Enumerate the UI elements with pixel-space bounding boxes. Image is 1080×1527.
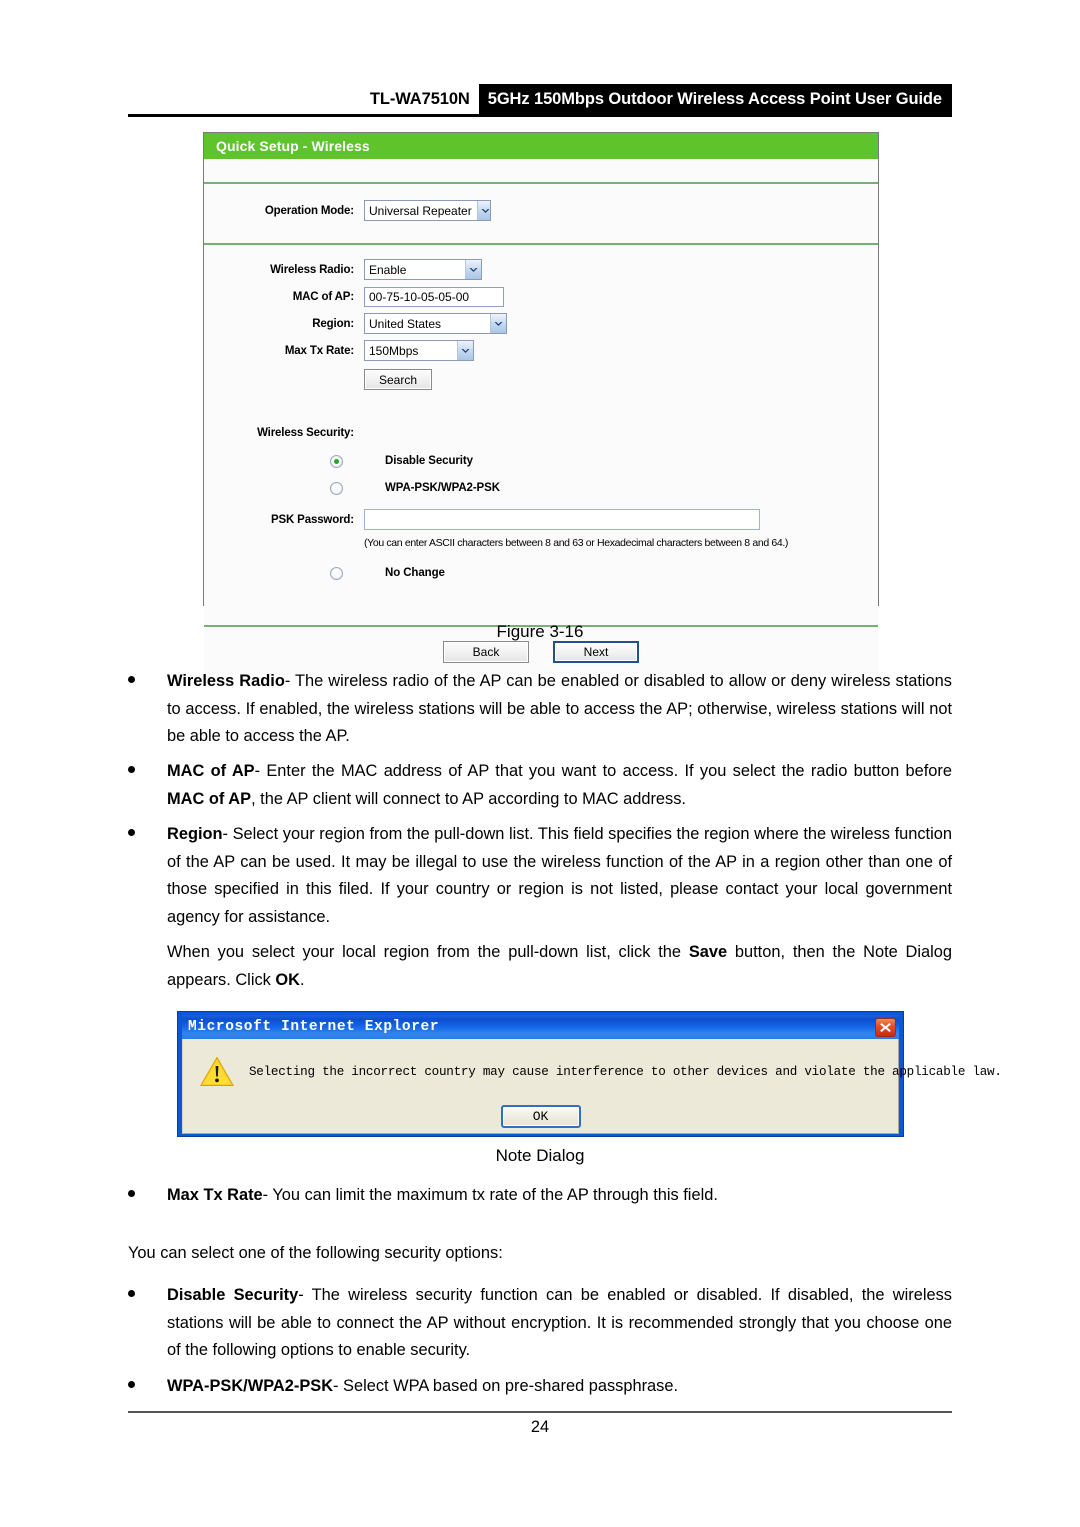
panel-title: Quick Setup - Wireless [216,138,370,154]
note-dialog-caption: Note Dialog [495,1146,585,1165]
max-tx-rate-label: Max Tx Rate: [284,344,354,357]
para-security-options: You can select one of the following secu… [128,1244,503,1262]
search-button[interactable]: Search [364,369,432,390]
region-value: United States [369,316,442,331]
field-row-mac-of-ap: MAC of AP: 00-75-10-05-05-00 [204,284,878,309]
radio-label-no-change: No Change [385,567,445,579]
term-wireless-radio: Wireless Radio [167,672,285,690]
term-save: Save [688,943,728,961]
operation-mode-value: Universal Repeater [369,203,472,218]
operation-mode-select[interactable]: Universal Repeater [364,200,491,221]
bullet-region: Region- Select your region from the pull… [128,821,952,931]
field-row-wireless-security: Wireless Security: [204,420,878,445]
radio-row-no-change[interactable]: No Change [204,561,878,585]
bullet-dot-icon [128,766,135,773]
region-label: Region: [312,317,354,330]
psk-password-hint: (You can enter ASCII characters between … [364,537,789,549]
panel-titlebar: Quick Setup - Wireless [204,133,878,159]
term-ok: OK [275,970,300,989]
figure-caption: Figure 3-16 [496,622,584,641]
radio-row-disable-security[interactable]: Disable Security [204,449,878,473]
text-wpa-psk-wpa2-psk: - Select WPA based on pre-shared passphr… [333,1377,679,1395]
radio-no-change[interactable] [330,566,343,580]
region-select[interactable]: United States [364,313,507,334]
text-mac-of-ap-a: - Enter the MAC address of AP that you w… [254,762,952,780]
radio-disable-security[interactable] [330,454,343,468]
term-mac-of-ap-inline: MAC of AP [167,789,252,808]
warning-triangle-icon [199,1055,235,1088]
max-tx-rate-select[interactable]: 150Mbps [364,340,474,361]
wireless-radio-select[interactable]: Enable [364,259,482,280]
field-row-max-tx-rate: Max Tx Rate: 150Mbps [204,338,878,363]
psk-password-input[interactable] [364,509,760,530]
header-divider [128,114,952,117]
bullet-mac-of-ap: MAC of AP- Enter the MAC address of AP t… [128,758,952,813]
bullet-dot-icon [128,1290,135,1297]
term-region: Region [167,825,223,843]
page-header: TL-WA7510N 5GHz 150Mbps Outdoor Wireless… [128,84,952,114]
bullet-disable-security: Disable Security- The wireless security … [128,1282,952,1365]
mac-of-ap-label: MAC of AP: [292,290,354,303]
term-disable-security: Disable Security [167,1286,299,1304]
radio-row-wpa-psk[interactable]: WPA-PSK/WPA2-PSK [204,476,878,500]
note-dialog: Microsoft Internet Explorer Selecting th… [177,1011,1002,1137]
bullet-max-tx-rate: Max Tx Rate- You can limit the maximum t… [128,1182,952,1210]
wireless-security-label: Wireless Security: [257,426,354,439]
bullet-dot-icon [128,829,135,836]
bullet-dot-icon [128,1190,135,1197]
wireless-radio-value: Enable [369,262,407,277]
footer-divider [128,1411,952,1413]
quick-setup-wireless-panel: Quick Setup - Wireless Operation Mode: U… [203,132,879,675]
text-region: - Select your region from the pull-down … [167,825,952,926]
chevron-down-icon[interactable] [476,201,490,220]
radio-wpa-psk-wpa2-psk[interactable] [330,481,343,495]
chevron-down-icon[interactable] [457,341,473,360]
field-row-psk-hint: (You can enter ASCII characters between … [204,534,878,552]
field-row-operation-mode: Operation Mode: Universal Repeater [204,198,878,223]
max-tx-rate-value: 150Mbps [369,343,419,358]
close-icon[interactable] [875,1017,896,1037]
mac-of-ap-input[interactable]: 00-75-10-05-05-00 [364,286,504,307]
dialog-title: Microsoft Internet Explorer [188,1019,440,1035]
field-row-region: Region: United States [204,311,878,336]
dialog-ok-button[interactable]: OK [500,1105,581,1128]
text-max-tx-rate: - You can limit the maximum tx rate of t… [262,1186,718,1204]
chevron-down-icon[interactable] [465,260,481,279]
term-wpa-psk-wpa2-psk: WPA-PSK/WPA2-PSK [167,1377,334,1395]
field-row-psk-password: PSK Password: [204,507,878,532]
bullet-wireless-radio: Wireless Radio- The wireless radio of th… [128,668,952,751]
para-save-note: When you select your local region from t… [167,939,952,994]
radio-label-disable-security: Disable Security [385,455,473,467]
text-wireless-radio: - The wireless radio of the AP can be en… [167,672,952,745]
dialog-titlebar[interactable]: Microsoft Internet Explorer [182,1015,899,1039]
header-document-title: 5GHz 150Mbps Outdoor Wireless Access Poi… [478,84,952,114]
term-max-tx-rate: Max Tx Rate [167,1186,263,1204]
bullet-dot-icon [128,676,135,683]
operation-mode-section: Operation Mode: Universal Repeater [204,184,878,243]
psk-password-label: PSK Password: [270,513,354,526]
back-button[interactable]: Back [443,641,529,663]
wireless-radio-label: Wireless Radio: [270,263,354,276]
field-row-search: Search [204,367,878,392]
term-mac-of-ap: MAC of AP [167,762,255,780]
text-save-a: When you select your local region from t… [167,943,689,961]
text-save-c: . [300,970,305,989]
text-mac-of-ap-b: , the AP client will connect to AP accor… [251,789,686,808]
page-number: 24 [530,1418,550,1436]
header-model-name: TL-WA7510N [369,89,470,108]
dialog-message: Selecting the incorrect country may caus… [249,1064,1002,1079]
field-row-wireless-radio: Wireless Radio: Enable [204,257,878,282]
dialog-body: Selecting the incorrect country may caus… [182,1039,1002,1134]
wireless-settings-section: Wireless Radio: Enable MAC of AP: 00-75-… [204,245,878,625]
bullet-wpa-psk-wpa2-psk: WPA-PSK/WPA2-PSK- Select WPA based on pr… [128,1373,952,1401]
radio-label-wpa-psk-wpa2-psk: WPA-PSK/WPA2-PSK [385,482,500,494]
bullet-dot-icon [128,1381,135,1388]
panel-top-spacer [204,159,878,182]
chevron-down-icon[interactable] [490,314,506,333]
operation-mode-label: Operation Mode: [264,204,354,217]
next-button[interactable]: Next [553,641,639,663]
